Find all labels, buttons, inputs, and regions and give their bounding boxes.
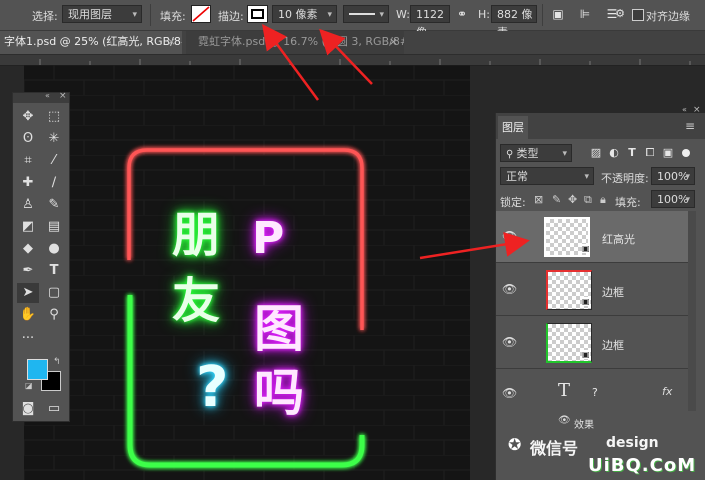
- annotation-arrows: [262, 23, 530, 260]
- annotation-arrow-stroke: [262, 23, 320, 101]
- annotation-arrow-width: [319, 28, 373, 85]
- annotation-arrow-layer: [419, 232, 530, 260]
